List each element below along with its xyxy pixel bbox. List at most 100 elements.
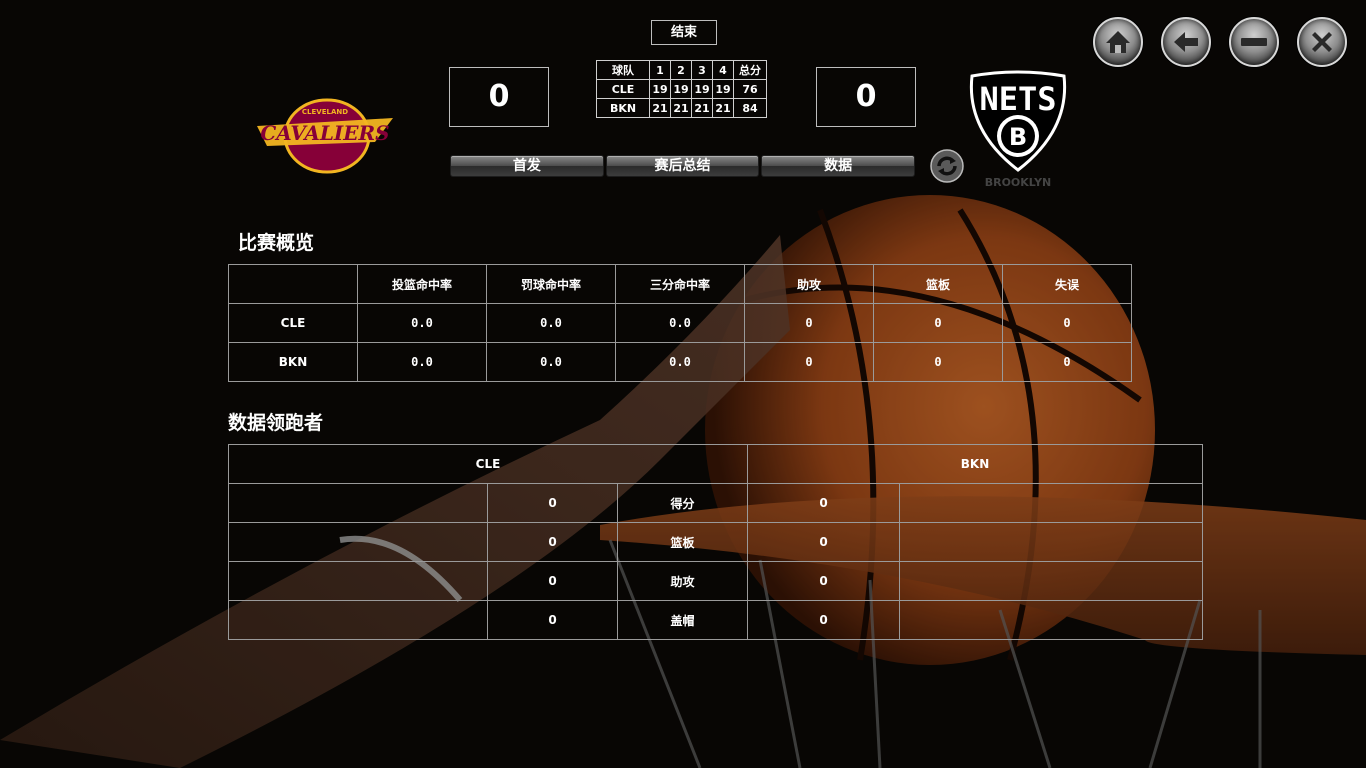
quarter-cell: 19 <box>691 79 713 99</box>
home-button[interactable] <box>1093 17 1143 67</box>
away-team-logo: NETS B BROOKLYN <box>968 70 1068 190</box>
leader-player-cell <box>899 522 1203 562</box>
tab-stats[interactable]: 数据 <box>761 155 916 177</box>
overview-title: 比赛概览 <box>238 232 315 254</box>
leader-value-cell: 0 <box>487 600 618 640</box>
overview-cell: 0.0 <box>615 303 745 343</box>
leaders-title: 数据领跑者 <box>228 412 324 434</box>
home-score: 0 <box>449 67 549 127</box>
leader-player-cell <box>228 561 488 601</box>
game-status-badge: 结束 <box>651 20 717 45</box>
leader-value-cell: 0 <box>487 561 618 601</box>
quarter-header-cell: 总分 <box>733 60 767 80</box>
overview-team-cell: CLE <box>228 303 358 343</box>
overview-cell: 0 <box>744 303 874 343</box>
leader-player-cell <box>228 600 488 640</box>
overview-cell: 0.0 <box>357 303 487 343</box>
leader-value-cell: 0 <box>487 522 618 562</box>
leader-player-cell <box>228 522 488 562</box>
overview-cell: 0 <box>1002 303 1132 343</box>
overview-cell: 0 <box>1002 342 1132 382</box>
view-tab-bar: 首发 赛后总结 数据 <box>450 155 916 177</box>
quarter-cell: 19 <box>670 79 692 99</box>
quarter-cell: 21 <box>691 98 713 118</box>
overview-cell: 0.0 <box>486 342 616 382</box>
overview-header-cell: 篮板 <box>873 264 1003 304</box>
close-button[interactable] <box>1297 17 1347 67</box>
quarter-cell: 84 <box>733 98 767 118</box>
table-row: BKN 0.0 0.0 0.0 0 0 0 <box>228 342 1132 382</box>
away-logo-badge: B <box>1009 123 1027 151</box>
overview-header-cell: 罚球命中率 <box>486 264 616 304</box>
overview-header-cell: 失误 <box>1002 264 1132 304</box>
away-logo-text: NETS <box>979 80 1056 118</box>
table-row: 0 盖帽 0 <box>228 600 1203 640</box>
quarter-row: BKN 21 21 21 21 84 <box>596 98 767 118</box>
close-icon <box>1312 32 1332 52</box>
leaders-table: CLE BKN 0 得分 0 0 篮板 0 0 助攻 0 0 盖帽 0 <box>228 444 1203 640</box>
leaders-header-row: CLE BKN <box>228 444 1203 484</box>
home-logo-text: CAVALIERS <box>260 121 389 145</box>
quarter-cell: 21 <box>712 98 734 118</box>
quarter-cell: 19 <box>649 79 671 99</box>
leader-value-cell: 0 <box>487 483 618 523</box>
minimize-button[interactable] <box>1229 17 1279 67</box>
home-logo-sub: CLEVELAND <box>302 108 348 116</box>
minimize-icon <box>1241 38 1267 46</box>
table-row: 0 篮板 0 <box>228 522 1203 562</box>
overview-header-cell <box>228 264 358 304</box>
refresh-icon <box>930 149 964 183</box>
back-button[interactable] <box>1161 17 1211 67</box>
quarter-cell: 21 <box>670 98 692 118</box>
leaders-team-header: CLE <box>228 444 748 484</box>
quarter-cell: CLE <box>596 79 650 99</box>
leader-category-cell: 盖帽 <box>617 600 748 640</box>
home-team-logo: CAVALIERS CLEVELAND <box>255 96 395 174</box>
refresh-button[interactable] <box>930 149 964 183</box>
table-row: 0 得分 0 <box>228 483 1203 523</box>
quarter-cell: 19 <box>712 79 734 99</box>
quarter-header-row: 球队 1 2 3 4 总分 <box>596 60 767 80</box>
away-score: 0 <box>816 67 916 127</box>
overview-header-cell: 三分命中率 <box>615 264 745 304</box>
quarter-cell: 21 <box>649 98 671 118</box>
quarter-header-cell: 球队 <box>596 60 650 80</box>
overview-cell: 0 <box>873 342 1003 382</box>
quarter-header-cell: 4 <box>712 60 734 80</box>
leader-value-cell: 0 <box>746 600 901 640</box>
overview-header-cell: 助攻 <box>744 264 874 304</box>
leader-category-cell: 助攻 <box>617 561 748 601</box>
tab-starters[interactable]: 首发 <box>450 155 604 177</box>
quarter-row: CLE 19 19 19 19 76 <box>596 79 767 99</box>
quarter-header-cell: 1 <box>649 60 671 80</box>
overview-cell: 0.0 <box>615 342 745 382</box>
leader-value-cell: 0 <box>746 522 901 562</box>
leader-player-cell <box>899 561 1203 601</box>
overview-cell: 0 <box>873 303 1003 343</box>
leaders-team-header: BKN <box>747 444 1203 484</box>
back-arrow-icon <box>1174 32 1198 52</box>
leader-value-cell: 0 <box>746 561 901 601</box>
tab-postgame-summary[interactable]: 赛后总结 <box>605 155 760 177</box>
overview-team-cell: BKN <box>228 342 358 382</box>
overview-table: 投篮命中率 罚球命中率 三分命中率 助攻 篮板 失误 CLE 0.0 0.0 0… <box>228 264 1132 382</box>
overview-header-row: 投篮命中率 罚球命中率 三分命中率 助攻 篮板 失误 <box>228 264 1132 304</box>
table-row: CLE 0.0 0.0 0.0 0 0 0 <box>228 303 1132 343</box>
overview-cell: 0.0 <box>357 342 487 382</box>
overview-cell: 0 <box>744 342 874 382</box>
quarter-cell: BKN <box>596 98 650 118</box>
quarter-header-cell: 2 <box>670 60 692 80</box>
quarter-cell: 76 <box>733 79 767 99</box>
overview-cell: 0.0 <box>486 303 616 343</box>
leader-player-cell <box>228 483 488 523</box>
leader-player-cell <box>899 483 1203 523</box>
home-icon <box>1106 31 1130 53</box>
away-logo-sub: BROOKLYN <box>985 176 1052 189</box>
overview-header-cell: 投篮命中率 <box>357 264 487 304</box>
leader-category-cell: 得分 <box>617 483 748 523</box>
table-row: 0 助攻 0 <box>228 561 1203 601</box>
quarter-score-table: 球队 1 2 3 4 总分 CLE 19 19 19 19 76 BKN 21 … <box>596 60 767 118</box>
leader-value-cell: 0 <box>746 483 901 523</box>
quarter-header-cell: 3 <box>691 60 713 80</box>
leader-category-cell: 篮板 <box>617 522 748 562</box>
